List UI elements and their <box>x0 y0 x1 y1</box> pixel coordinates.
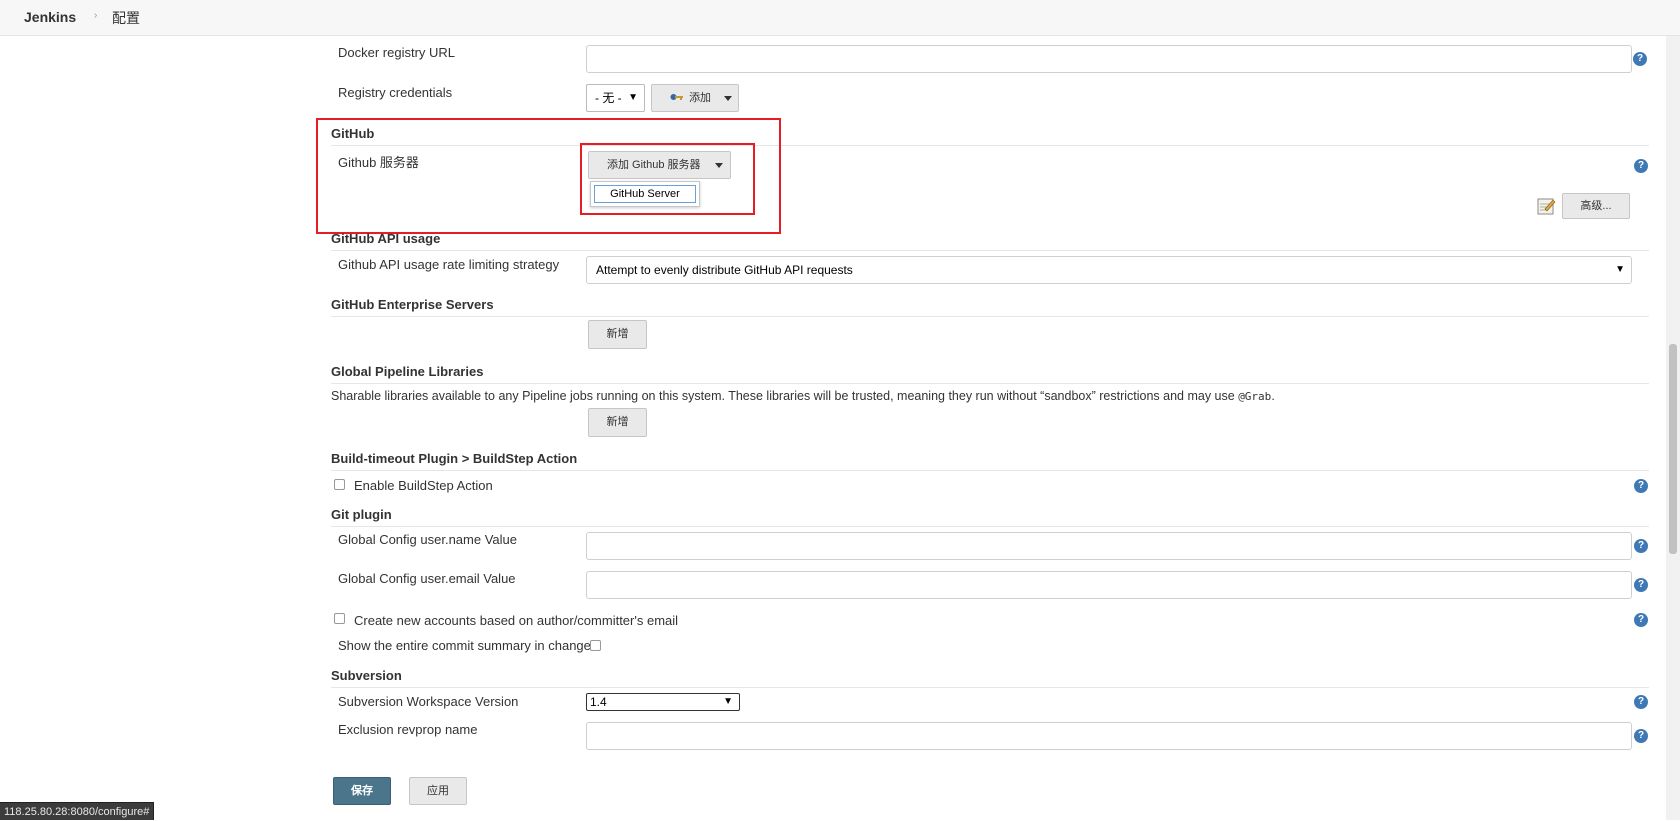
apply-button[interactable]: 应用 <box>409 777 467 805</box>
show-commit-summary-label: Show the entire commit summary in change… <box>338 638 598 653</box>
advanced-button[interactable]: 高级... <box>1562 193 1630 219</box>
section-github-enterprise-title: GitHub Enterprise Servers <box>331 297 1649 317</box>
help-icon[interactable]: ? <box>1633 52 1647 66</box>
pipeline-libraries-description: Sharable libraries available to any Pipe… <box>331 389 1275 403</box>
registry-credentials-label: Registry credentials <box>338 85 453 100</box>
advanced-button-label: 高级... <box>1580 200 1612 212</box>
github-api-strategy-label: Github API usage rate limiting strategy <box>338 257 560 272</box>
help-icon[interactable]: ? <box>1634 539 1648 553</box>
git-user-name-input[interactable] <box>586 532 1632 560</box>
highlight-box-add-server <box>580 143 755 215</box>
status-bar-url: 118.25.80.28:8080/configure# <box>0 802 155 820</box>
add-credentials-label: 添加 <box>689 92 712 104</box>
section-subversion-title: Subversion <box>331 668 1649 688</box>
docker-registry-url-input[interactable] <box>586 45 1632 73</box>
breadcrumb-jenkins[interactable]: Jenkins <box>24 9 76 25</box>
chevron-down-icon <box>724 85 732 111</box>
help-icon[interactable]: ? <box>1634 695 1648 709</box>
help-icon[interactable]: ? <box>1634 613 1648 627</box>
show-commit-summary-checkbox[interactable] <box>590 640 601 651</box>
registry-credentials-value: - 无 - <box>595 91 622 105</box>
scrollbar-thumb[interactable] <box>1669 344 1677 554</box>
help-icon[interactable]: ? <box>1634 729 1648 743</box>
registry-credentials-select[interactable]: - 无 - ▼ <box>586 84 645 112</box>
git-user-email-label: Global Config user.email Value <box>338 571 516 586</box>
github-api-strategy-value: Attempt to evenly distribute GitHub API … <box>596 263 853 277</box>
section-build-timeout-title: Build-timeout Plugin > BuildStep Action <box>331 451 1649 471</box>
svn-workspace-version-value: 1.4 <box>590 695 607 709</box>
svn-workspace-version-label: Subversion Workspace Version <box>338 694 519 709</box>
github-api-strategy-select[interactable]: Attempt to evenly distribute GitHub API … <box>586 256 1632 284</box>
breadcrumb-separator-icon: › <box>94 10 98 21</box>
add-enterprise-server-label: 新增 <box>606 328 629 340</box>
apply-button-label: 应用 <box>427 785 449 797</box>
svn-workspace-version-select[interactable]: 1.4 ▼ <box>586 693 740 711</box>
help-icon[interactable]: ? <box>1634 578 1648 592</box>
dropdown-arrow-icon: ▼ <box>723 696 733 707</box>
pipeline-libraries-description-text: Sharable libraries available to any Pipe… <box>331 389 1239 403</box>
section-pipeline-libraries-title: Global Pipeline Libraries <box>331 364 1649 384</box>
dropdown-arrow-icon: ▼ <box>1615 264 1625 275</box>
save-button-label: 保存 <box>351 785 373 797</box>
add-credentials-button[interactable]: 添加 <box>651 84 739 112</box>
section-git-plugin-title: Git plugin <box>331 507 1649 527</box>
git-user-name-label: Global Config user.name Value <box>338 532 517 547</box>
key-icon <box>670 85 684 100</box>
add-pipeline-library-button[interactable]: 新增 <box>588 408 647 437</box>
dropdown-arrow-icon: ▼ <box>628 92 638 103</box>
create-accounts-checkbox[interactable] <box>334 613 345 624</box>
notepad-icon[interactable] <box>1536 196 1556 216</box>
pipeline-libraries-description-end: . <box>1271 389 1275 403</box>
breadcrumb-configure[interactable]: 配置 <box>112 8 140 28</box>
save-button[interactable]: 保存 <box>333 777 391 805</box>
vertical-scrollbar[interactable] <box>1666 36 1680 820</box>
add-enterprise-server-button[interactable]: 新增 <box>588 320 647 349</box>
svn-exclusion-revprop-label: Exclusion revprop name <box>338 722 478 737</box>
docker-registry-url-label: Docker registry URL <box>338 45 456 60</box>
create-accounts-label: Create new accounts based on author/comm… <box>354 613 679 628</box>
enable-buildstep-checkbox[interactable] <box>334 479 345 490</box>
grab-code: @Grab <box>1238 390 1272 403</box>
section-github-api-title: GitHub API usage <box>331 231 1649 251</box>
help-icon[interactable]: ? <box>1634 159 1648 173</box>
enable-buildstep-label: Enable BuildStep Action <box>354 478 493 493</box>
help-icon[interactable]: ? <box>1634 479 1648 493</box>
git-user-email-input[interactable] <box>586 571 1632 599</box>
top-bar: Jenkins › 配置 <box>0 0 1680 36</box>
svn-exclusion-revprop-input[interactable] <box>586 722 1632 750</box>
add-pipeline-library-label: 新增 <box>606 416 629 428</box>
